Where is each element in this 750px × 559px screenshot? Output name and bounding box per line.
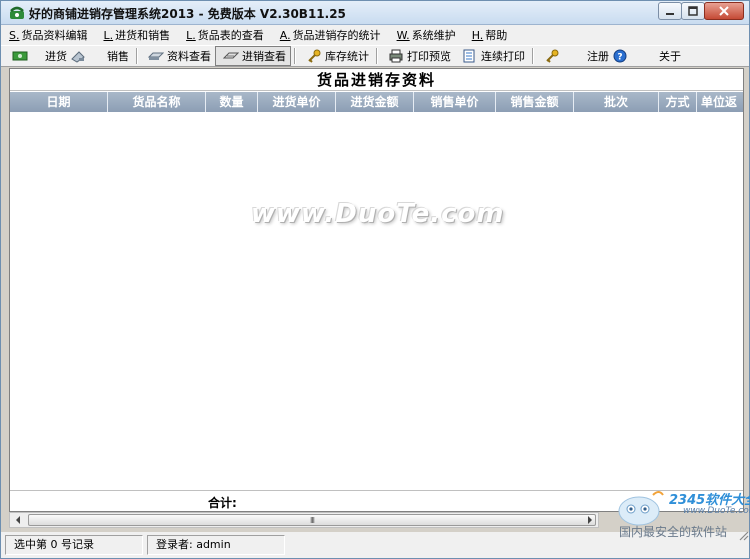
- status-selected-record: 选中第 0 号记录: [5, 535, 143, 555]
- menu-goods-edit[interactable]: S. 货品资料编辑: [1, 25, 95, 45]
- arrow-right-icon: [588, 516, 592, 524]
- scroll-grip: III: [309, 515, 315, 525]
- title-bar[interactable]: 好的商铺进销存管理系统2013 - 免费版本 V2.30B11.25: [1, 1, 749, 25]
- status-login-user: 登录者: admin: [147, 535, 285, 555]
- menu-statistics[interactable]: A. 货品进销存的统计: [272, 25, 389, 45]
- mascot-icon: [618, 491, 664, 526]
- column-header-goods-name[interactable]: 货品名称: [108, 92, 206, 112]
- keyboard-icon: [223, 52, 239, 59]
- close-icon: [719, 6, 729, 16]
- toolbar-separator: [532, 48, 534, 64]
- column-header-purchase-amount[interactable]: 进货金额: [336, 92, 414, 112]
- stock-stats-button[interactable]: 库存统计: [299, 46, 373, 66]
- print-preview-button[interactable]: 打印预览: [381, 46, 455, 66]
- menu-help[interactable]: H. 帮助: [464, 25, 516, 45]
- menu-maintenance[interactable]: W. 系统维护: [389, 25, 464, 45]
- column-header-sale-amount[interactable]: 销售金额: [496, 92, 574, 112]
- maximize-icon: [688, 6, 698, 16]
- key-icon: [546, 49, 559, 63]
- scroll-left-button[interactable]: [10, 513, 26, 527]
- table-header: 日期 货品名称 数量 进货单价 进货金额 销售单价 销售金额 批次 方式 单位返: [10, 92, 743, 112]
- help-icon: ?: [613, 49, 627, 63]
- toolbar-separator: [294, 48, 296, 64]
- watermark-text: www.DuoTe.com: [251, 199, 505, 229]
- minimize-button[interactable]: [658, 2, 682, 20]
- data-view-button[interactable]: 资料查看: [141, 46, 215, 66]
- horizontal-scrollbar[interactable]: III: [9, 512, 599, 528]
- column-header-batch[interactable]: 批次: [574, 92, 659, 112]
- app-window: 好的商铺进销存管理系统2013 - 免费版本 V2.30B11.25 S. 货品资…: [0, 0, 750, 559]
- minimize-icon: [666, 13, 674, 15]
- column-header-quantity[interactable]: 数量: [206, 92, 258, 112]
- toolbar-separator: [136, 48, 138, 64]
- continuous-print-button[interactable]: 连续打印: [455, 46, 529, 66]
- trade-view-button[interactable]: 进销查看: [215, 46, 291, 66]
- column-header-method[interactable]: 方式: [659, 92, 697, 112]
- menu-goods-view[interactable]: L. 货品表的查看: [178, 25, 272, 45]
- print-list-icon: [463, 49, 475, 63]
- scroll-right-button[interactable]: [582, 513, 598, 527]
- app-phone-icon: [10, 6, 24, 19]
- key-icon: [308, 49, 321, 63]
- badge-url: www.DuoTe.com: [683, 506, 750, 516]
- toolbar: 进货 销售 资料查看 进销查看 库存统计 打印预览 连续打印 注册 ? 关于: [1, 45, 749, 67]
- purchase-button[interactable]: 进货: [5, 46, 93, 66]
- site-badge: 2345软件大全 www.DuoTe.com 国内最安全的软件站: [613, 487, 750, 543]
- resize-grip-icon[interactable]: [737, 529, 749, 541]
- window-title: 好的商铺进销存管理系统2013 - 免费版本 V2.30B11.25: [29, 7, 346, 21]
- scroll-thumb[interactable]: III: [28, 514, 596, 526]
- maximize-button[interactable]: [681, 2, 705, 20]
- toolbar-separator: [376, 48, 378, 64]
- close-button[interactable]: [704, 2, 744, 20]
- register-button[interactable]: 注册 ?: [537, 46, 635, 66]
- table-body[interactable]: [10, 112, 743, 490]
- column-header-unit-rebate[interactable]: 单位返: [697, 92, 743, 112]
- about-button[interactable]: 关于: [655, 46, 685, 66]
- svg-text:?: ?: [617, 53, 622, 63]
- data-panel: 货品进销存资料 日期 货品名称 数量 进货单价 进货金额 销售单价 销售金额 批…: [9, 68, 744, 512]
- column-header-date[interactable]: 日期: [10, 92, 108, 112]
- sales-button[interactable]: 销售: [103, 46, 133, 66]
- column-header-sale-price[interactable]: 销售单价: [414, 92, 496, 112]
- printer-icon: [389, 49, 403, 63]
- menu-purchase-sales[interactable]: L. 进货和销售: [95, 25, 178, 45]
- scanner-icon: [71, 51, 85, 63]
- total-label: 合计:: [208, 496, 237, 510]
- badge-slogan: 国内最安全的软件站: [619, 525, 728, 539]
- cash-icon: [12, 51, 28, 61]
- menu-bar: S. 货品资料编辑 L. 进货和销售 L. 货品表的查看 A. 货品进销存的统计 W. 系…: [1, 25, 749, 45]
- report-title: 货品进销存资料: [10, 69, 743, 91]
- column-header-purchase-price[interactable]: 进货单价: [258, 92, 336, 112]
- tray-icon: [148, 52, 164, 60]
- arrow-left-icon: [16, 516, 20, 524]
